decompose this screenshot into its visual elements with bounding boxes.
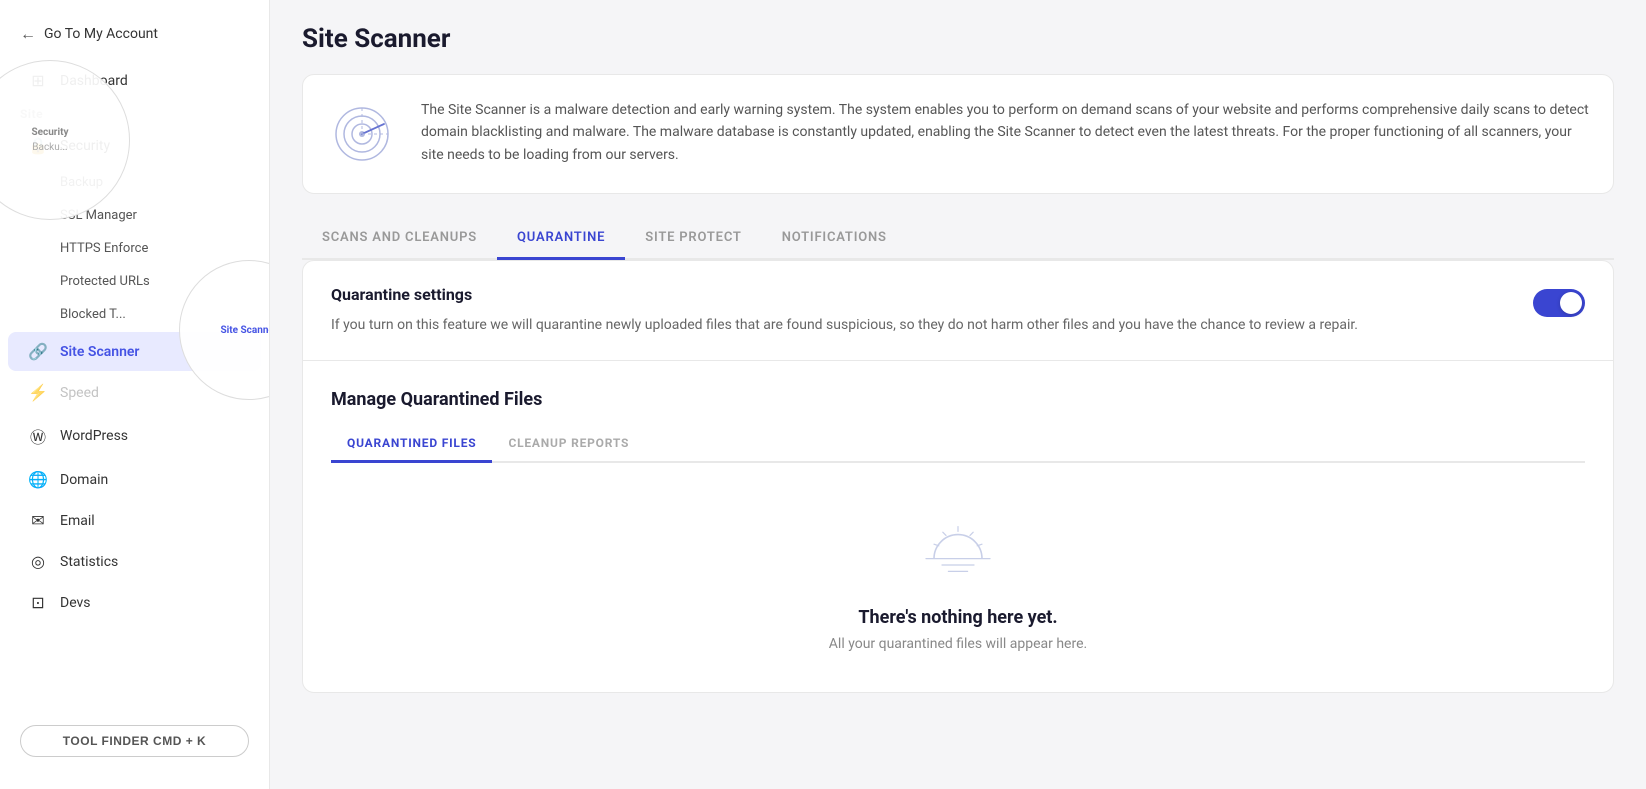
info-card: The Site Scanner is a malware detection … (302, 74, 1614, 194)
email-icon: ✉ (28, 511, 48, 530)
sidebar-item-wordpress-label: WordPress (60, 428, 128, 444)
sub-tab-quarantined-files[interactable]: QUARANTINED FILES (331, 426, 492, 463)
sidebar-item-dashboard-label: Dashboard (60, 73, 128, 89)
empty-state-description: All your quarantined files will appear h… (829, 636, 1087, 652)
sidebar-item-email[interactable]: ✉ Email (8, 501, 261, 540)
empty-state-icon (918, 523, 998, 583)
lock-icon: 🔒 (28, 136, 48, 155)
speed-icon: ⚡ (28, 383, 48, 402)
dashboard-icon: ⊞ (28, 71, 48, 90)
sidebar-item-site-scanner[interactable]: 🔗 Site Scanner (8, 332, 261, 371)
sidebar: ← Go To My Account ⊞ Dashboard Site 🔒 Se… (0, 0, 270, 789)
quarantine-toggle-wrap (1533, 285, 1585, 317)
empty-state: There's nothing here yet. All your quara… (331, 463, 1585, 692)
manage-quarantined-title: Manage Quarantined Files (331, 389, 1585, 410)
sidebar-item-email-label: Email (60, 513, 95, 529)
sidebar-item-speed[interactable]: ⚡ Speed (8, 373, 261, 412)
info-description: The Site Scanner is a malware detection … (421, 99, 1589, 166)
empty-state-title: There's nothing here yet. (858, 607, 1057, 628)
section-card: Quarantine settings If you turn on this … (302, 260, 1614, 693)
page-title: Site Scanner (302, 24, 1614, 54)
sub-tab-cleanup-reports[interactable]: CLEANUP REPORTS (492, 426, 645, 463)
sidebar-item-statistics-label: Statistics (60, 554, 118, 570)
sidebar-sub-backup[interactable]: Backup (8, 167, 261, 198)
quarantine-settings-text: Quarantine settings If you turn on this … (331, 285, 1460, 336)
tab-site-protect[interactable]: SITE PROTECT (625, 218, 761, 260)
sidebar-item-wordpress[interactable]: Ⓦ WordPress (8, 414, 261, 458)
tool-finder-button[interactable]: TOOL FINDER CMD + K (20, 725, 249, 757)
sub-tabs: QUARANTINED FILES CLEANUP REPORTS (331, 426, 1585, 463)
sidebar-item-dashboard[interactable]: ⊞ Dashboard (8, 61, 261, 100)
main-content: Site Scanner The Site Scanner is a malwa… (270, 0, 1646, 789)
quarantine-settings-section: Quarantine settings If you turn on this … (303, 261, 1613, 361)
back-label: Go To My Account (44, 26, 158, 42)
sidebar-sub-protected-urls[interactable]: Protected URLs (8, 266, 261, 297)
wordpress-icon: Ⓦ (28, 424, 48, 448)
back-link[interactable]: ← Go To My Account (0, 16, 269, 60)
tab-notifications[interactable]: NOTIFICATIONS (762, 218, 907, 260)
sidebar-item-speed-label: Speed (60, 385, 99, 401)
back-arrow-icon: ← (20, 24, 36, 44)
sidebar-sub-ssl-manager[interactable]: SSL Manager (8, 200, 261, 231)
sidebar-item-domain-label: Domain (60, 472, 108, 488)
statistics-icon: ◎ (28, 552, 48, 571)
sidebar-item-domain[interactable]: 🌐 Domain (8, 460, 261, 499)
site-section-label: Site (0, 101, 269, 125)
scanner-radar-icon (332, 104, 392, 164)
scanner-icon-wrap (327, 99, 397, 169)
quarantine-settings-title: Quarantine settings (331, 285, 1460, 304)
tab-quarantine[interactable]: QUARANTINE (497, 218, 625, 260)
sidebar-item-devs-label: Devs (60, 595, 91, 611)
sidebar-item-statistics[interactable]: ◎ Statistics (8, 542, 261, 581)
scanner-nav-icon: 🔗 (28, 342, 48, 361)
sidebar-item-site-scanner-label: Site Scanner (60, 344, 139, 360)
quarantine-toggle[interactable] (1533, 289, 1585, 317)
devs-icon: ⊡ (28, 593, 48, 612)
main-tabs: SCANS AND CLEANUPS QUARANTINE SITE PROTE… (302, 218, 1614, 260)
sidebar-sub-https-enforce[interactable]: HTTPS Enforce (8, 233, 261, 264)
sidebar-sub-blocked-t[interactable]: Blocked T... (8, 299, 261, 330)
manage-quarantined-section: Manage Quarantined Files QUARANTINED FIL… (303, 361, 1613, 692)
tab-scans-and-cleanups[interactable]: SCANS AND CLEANUPS (302, 218, 497, 260)
domain-icon: 🌐 (28, 470, 48, 489)
sidebar-item-security[interactable]: 🔒 Security (8, 126, 261, 165)
sidebar-item-devs[interactable]: ⊡ Devs (8, 583, 261, 622)
quarantine-settings-description: If you turn on this feature we will quar… (331, 314, 1460, 336)
sidebar-item-security-label: Security (60, 138, 110, 154)
